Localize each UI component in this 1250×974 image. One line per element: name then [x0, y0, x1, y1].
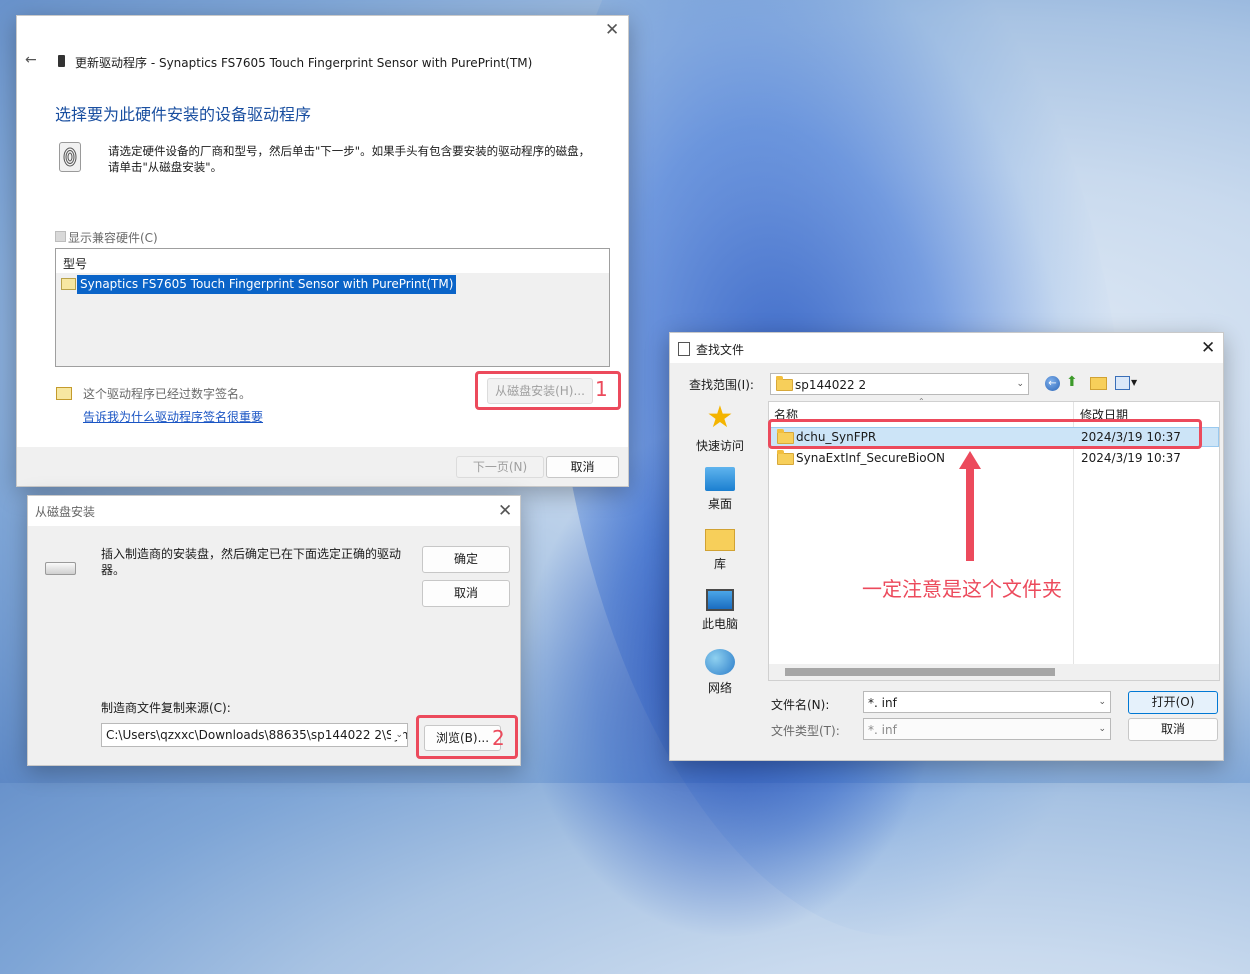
filetype-value: *. inf — [868, 723, 897, 737]
disk-dialog-title: 从磁盘安装 — [35, 505, 96, 519]
model-list[interactable]: 型号 Synaptics FS7605 Touch Fingerprint Se… — [55, 248, 610, 367]
annotation-number-1: 1 — [595, 377, 608, 401]
list-item[interactable]: Synaptics FS7605 Touch Fingerprint Senso… — [77, 275, 457, 294]
sort-up-icon: ⌃ — [918, 397, 925, 406]
filetype-label: 文件类型(T): — [771, 724, 840, 738]
filename-value: *. inf — [868, 696, 897, 710]
certificate-icon — [61, 278, 76, 290]
close-icon[interactable]: ✕ — [498, 503, 512, 520]
chevron-down-icon[interactable]: ⌄ — [1016, 379, 1024, 389]
show-compatible-checkbox[interactable] — [55, 231, 66, 242]
file-name: SynaExtInf_SecureBioON — [796, 451, 946, 465]
place-label: 快速访问 — [695, 439, 744, 453]
place-libraries[interactable]: 库 — [675, 529, 765, 572]
install-from-disk-dialog: 从磁盘安装 ✕ 插入制造商的安装盘，然后确定已在下面选定正确的驱动器。 确定 取… — [27, 495, 521, 766]
path-combobox[interactable]: C:\Users\qzxxc\Downloads\88635\sp144022 … — [101, 723, 408, 747]
cancel-button[interactable]: 取消 — [422, 580, 510, 607]
folder-icon — [776, 376, 793, 391]
place-label: 网络 — [707, 681, 732, 695]
look-in-label: 查找范围(I): — [689, 378, 754, 392]
scrollbar-thumb[interactable] — [785, 668, 1055, 676]
view-menu-caret[interactable]: ▼ — [1131, 378, 1137, 387]
file-date: 2024/3/19 10:37 — [1081, 451, 1181, 465]
description-line1: 请选定硬件设备的厂商和型号，然后单击"下一步"。如果手头有包含要安装的驱动程序的… — [108, 144, 591, 158]
annotation-box-3 — [768, 419, 1202, 449]
annotation-note: 一定注意是这个文件夹 — [862, 577, 1062, 601]
view-menu-icon[interactable] — [1115, 376, 1130, 390]
signed-icon — [56, 387, 72, 400]
star-icon: ★ — [706, 400, 734, 435]
computer-icon — [706, 589, 734, 611]
list-header: 型号 — [56, 249, 609, 273]
chevron-down-icon[interactable]: ⌄ — [1098, 697, 1106, 707]
horizontal-scrollbar[interactable] — [769, 664, 1219, 680]
filetype-combobox[interactable]: *. inf ⌄ — [863, 718, 1111, 740]
ok-button[interactable]: 确定 — [422, 546, 510, 573]
table-row[interactable]: SynaExtInf_SecureBioON 2024/3/19 10:37 — [770, 449, 1219, 469]
disk-message: 插入制造商的安装盘，然后确定已在下面选定正确的驱动器。 — [101, 547, 402, 577]
why-signing-link[interactable]: 告诉我为什么驱动程序签名很重要 — [83, 408, 263, 425]
disk-drive-icon — [45, 562, 76, 575]
copy-from-label: 制造商文件复制来源(C): — [101, 701, 231, 715]
find-app-icon — [678, 342, 690, 356]
fingerprint-icon — [59, 142, 81, 172]
next-button[interactable]: 下一页(N) — [456, 456, 544, 478]
filename-label: 文件名(N): — [771, 698, 830, 712]
close-icon[interactable]: ✕ — [1201, 340, 1215, 357]
update-driver-dialog: ✕ ← 更新驱动程序 - Synaptics FS7605 Touch Fing… — [16, 15, 629, 487]
place-network[interactable]: 网络 — [675, 649, 765, 696]
desktop-icon — [705, 467, 735, 491]
open-button[interactable]: 打开(O) — [1128, 691, 1218, 714]
find-dialog-title: 查找文件 — [696, 343, 745, 357]
place-label: 桌面 — [707, 497, 732, 511]
library-folder-icon — [705, 529, 735, 551]
place-desktop[interactable]: 桌面 — [675, 467, 765, 512]
filename-combobox[interactable]: *. inf ⌄ — [863, 691, 1111, 713]
description-line2: 请单击"从磁盘安装"。 — [108, 160, 223, 174]
signed-text: 这个驱动程序已经过数字签名。 — [83, 387, 252, 401]
annotation-number-2: 2 — [492, 726, 505, 750]
path-value: C:\Users\qzxxc\Downloads\88635\sp144022 … — [106, 728, 408, 742]
up-folder-icon[interactable]: ⬆ — [1066, 375, 1081, 390]
page-heading: 选择要为此硬件安装的设备驱动程序 — [55, 105, 312, 124]
place-this-pc[interactable]: 此电脑 — [675, 589, 765, 632]
network-icon — [705, 649, 735, 675]
back-arrow-icon[interactable]: ← — [25, 52, 37, 68]
back-nav-icon[interactable]: ← — [1045, 376, 1060, 391]
look-in-value: sp144022 2 — [795, 378, 867, 392]
find-file-dialog: 查找文件 ✕ 查找范围(I): sp144022 2 ⌄ ← ⬆ ▼ ★ 快速访… — [669, 332, 1224, 761]
new-folder-icon[interactable] — [1090, 377, 1107, 390]
place-quick-access[interactable]: ★ 快速访问 — [675, 403, 765, 454]
close-icon[interactable]: ✕ — [605, 22, 619, 39]
disk-title-bar — [28, 496, 520, 526]
places-bar: ★ 快速访问 桌面 库 此电脑 网络 — [675, 401, 765, 696]
folder-icon — [777, 450, 794, 465]
find-title-bar — [670, 333, 1223, 363]
annotation-arrow-icon — [959, 451, 981, 561]
device-icon — [58, 55, 65, 67]
place-label: 库 — [713, 557, 726, 571]
place-label: 此电脑 — [701, 617, 738, 631]
chevron-down-icon[interactable]: ⌄ — [1098, 724, 1106, 734]
cancel-button[interactable]: 取消 — [1128, 718, 1218, 741]
cancel-button[interactable]: 取消 — [546, 456, 619, 478]
show-compatible-label: 显示兼容硬件(C) — [68, 231, 158, 245]
chevron-down-icon[interactable]: ⌄ — [391, 730, 403, 740]
look-in-combobox[interactable]: sp144022 2 ⌄ — [770, 373, 1029, 395]
dialog-title: 更新驱动程序 - Synaptics FS7605 Touch Fingerpr… — [75, 56, 533, 70]
